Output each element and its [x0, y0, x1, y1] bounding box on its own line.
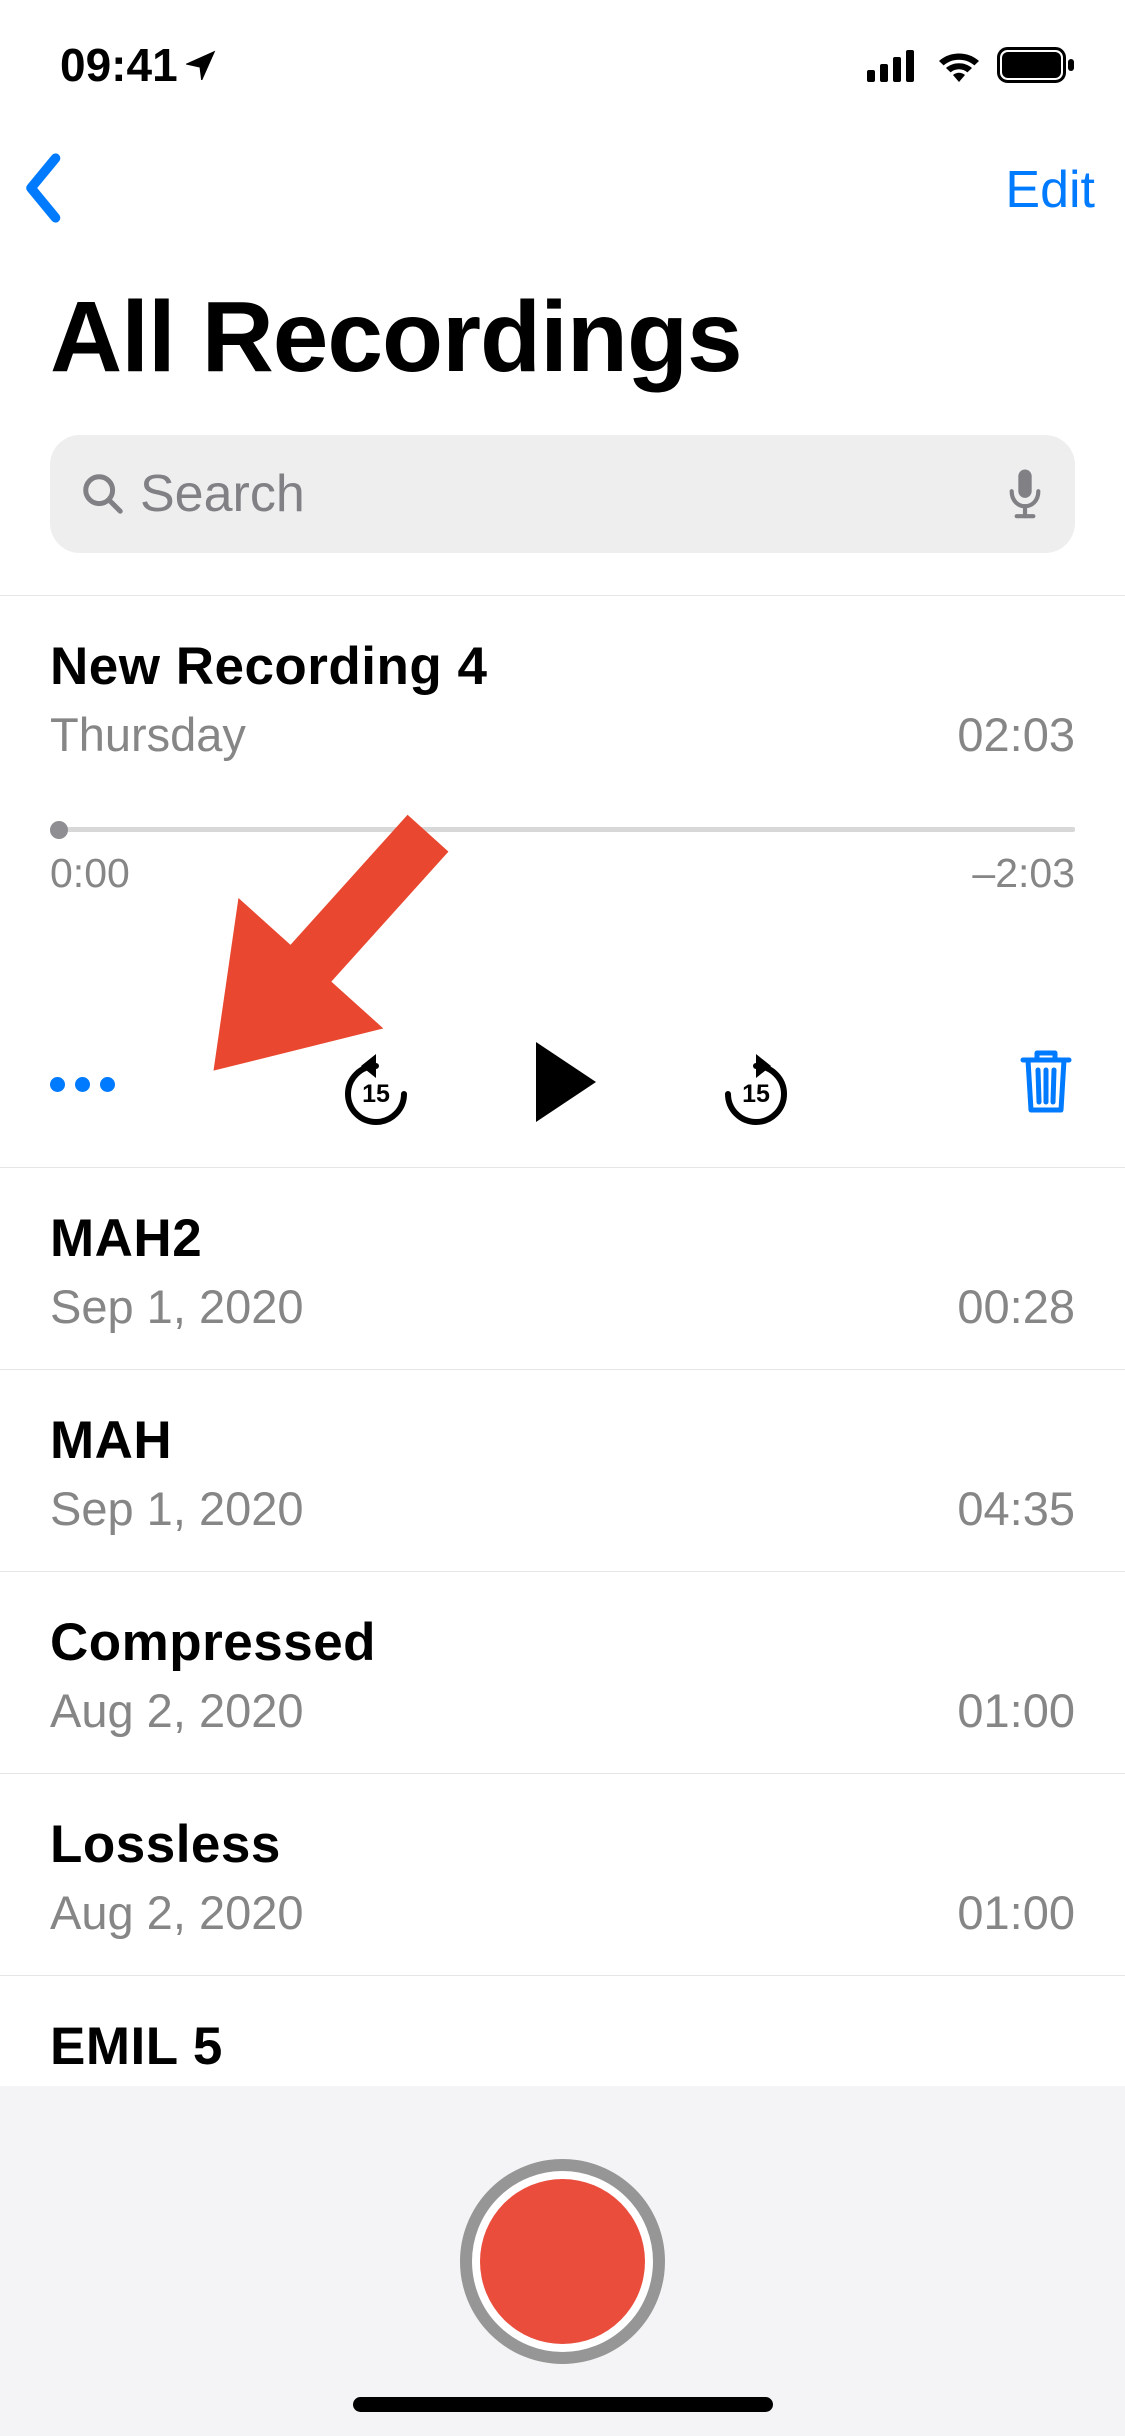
transport-controls: 15 15 [341, 1042, 791, 1127]
skip-back-button[interactable]: 15 [341, 1050, 411, 1120]
playback-scrubber[interactable]: 0:00 –2:03 [50, 827, 1075, 897]
status-icons [867, 47, 1075, 83]
svg-text:15: 15 [742, 1080, 770, 1108]
record-icon [480, 2179, 645, 2344]
nav-bar: Edit [0, 130, 1125, 250]
ellipsis-icon [50, 1077, 65, 1092]
more-options-button[interactable] [50, 1077, 115, 1092]
status-bar: 09:41 [0, 0, 1125, 130]
recording-date: Aug 2, 2020 [50, 1885, 304, 1940]
recording-date: Sep 1, 2020 [50, 1279, 304, 1334]
player-controls: 15 15 [50, 1042, 1075, 1127]
recording-title: Lossless [50, 1814, 1075, 1875]
selected-recording[interactable]: New Recording 4 Thursday 02:03 0:00 –2:0… [0, 596, 1125, 1168]
battery-icon [997, 47, 1075, 83]
chevron-left-icon [20, 153, 70, 223]
recording-title: MAH [50, 1410, 1075, 1471]
recording-duration: 02:03 [957, 707, 1075, 762]
status-time: 09:41 [60, 38, 216, 92]
trash-icon [1017, 1048, 1075, 1116]
delete-button[interactable] [1017, 1048, 1075, 1121]
wifi-icon [935, 48, 983, 82]
search-bar[interactable] [50, 435, 1075, 553]
skip-forward-button[interactable]: 15 [721, 1050, 791, 1120]
status-time-text: 09:41 [60, 38, 178, 92]
search-icon [80, 471, 126, 517]
list-item[interactable]: MAH Sep 1, 2020 04:35 [0, 1370, 1125, 1572]
list-item[interactable]: Lossless Aug 2, 2020 01:00 [0, 1774, 1125, 1976]
recording-date: Thursday [50, 707, 246, 762]
recording-duration: 01:00 [957, 1885, 1075, 1940]
search-input[interactable] [140, 464, 991, 524]
recording-title: New Recording 4 [50, 636, 487, 697]
record-toolbar [0, 2086, 1125, 2436]
cellular-icon [867, 48, 921, 82]
recording-date: Sep 1, 2020 [50, 1481, 304, 1536]
scrubber-track [50, 827, 1075, 832]
search-container [0, 415, 1125, 595]
skip-back-15-icon: 15 [341, 1050, 411, 1128]
list-item[interactable]: MAH2 Sep 1, 2020 00:28 [0, 1168, 1125, 1370]
recordings-list: New Recording 4 Thursday 02:03 0:00 –2:0… [0, 595, 1125, 2177]
scrubber-elapsed: 0:00 [50, 850, 130, 897]
page-title: All Recordings [0, 250, 1125, 415]
microphone-icon[interactable] [1005, 467, 1045, 522]
recording-date: Aug 2, 2020 [50, 1683, 304, 1738]
back-button[interactable] [20, 153, 70, 228]
skip-forward-15-icon: 15 [721, 1050, 791, 1128]
recording-duration: 04:35 [957, 1481, 1075, 1536]
recording-title: EMIL 5 [50, 2016, 1075, 2077]
scrubber-thumb[interactable] [50, 821, 68, 839]
edit-button[interactable]: Edit [1005, 160, 1095, 220]
list-item[interactable]: Compressed Aug 2, 2020 01:00 [0, 1572, 1125, 1774]
recording-title: Compressed [50, 1612, 1075, 1673]
play-button[interactable] [531, 1042, 601, 1127]
recording-duration: 00:28 [957, 1279, 1075, 1334]
play-icon [531, 1042, 601, 1122]
record-button[interactable] [460, 2159, 665, 2364]
location-icon [186, 50, 216, 80]
scrubber-remaining: –2:03 [972, 850, 1075, 897]
recording-duration: 01:00 [957, 1683, 1075, 1738]
svg-text:15: 15 [362, 1080, 390, 1108]
recording-title: MAH2 [50, 1208, 1075, 1269]
home-indicator[interactable] [353, 2397, 773, 2412]
